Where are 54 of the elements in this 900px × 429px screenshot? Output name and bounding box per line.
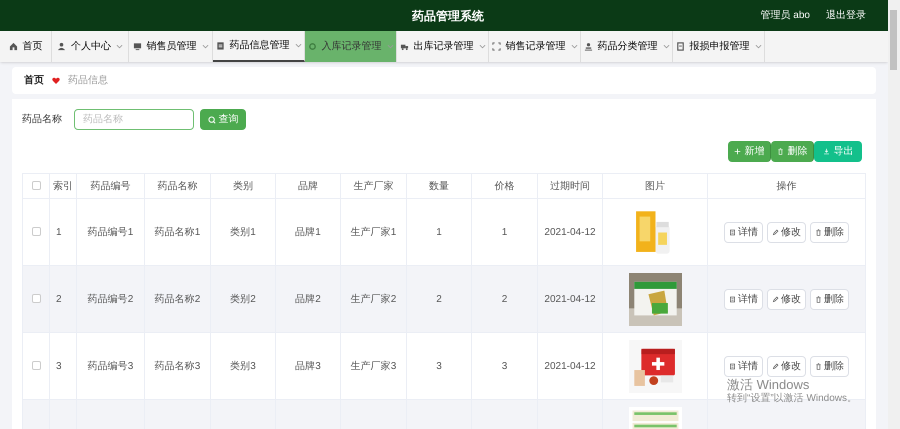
download-icon [822,148,830,155]
trash-icon [815,296,822,302]
nav-tab[interactable]: 首页 [0,31,52,62]
document-icon [676,42,684,51]
trash-icon [815,362,822,370]
detail-button[interactable]: 详情 [724,222,763,242]
checkbox[interactable] [32,361,40,370]
user-label: 管理员 abo [760,9,810,23]
nav-tab[interactable]: 个人中心 [52,31,129,62]
checkbox[interactable] [32,294,40,303]
clipboard-icon [216,41,224,50]
detail-button[interactable]: 详情 [724,288,763,310]
home-icon [8,42,18,51]
delete-button[interactable]: 删除 [810,222,849,242]
document-icon [729,296,736,302]
monitor-icon [132,42,142,51]
delete-button[interactable]: 删除 [810,288,849,310]
trash-icon [776,148,784,155]
nav-tab[interactable]: 入库记录管理 [305,31,397,62]
search-icon [208,116,216,124]
nav-tab[interactable]: 销售记录管理 [489,31,581,62]
column-header: 图片 [602,174,708,198]
checkbox[interactable] [32,227,40,236]
pencil-icon [772,362,779,370]
person-icon [57,42,66,51]
truck-icon [400,42,408,51]
scrollbar[interactable] [888,0,900,429]
edit-button[interactable]: 修改 [767,222,806,242]
delete-button[interactable]: 删除 [810,356,849,376]
detail-button[interactable]: 详情 [724,356,763,376]
activation-hint: 转到“设置”以激活 Windows。 [727,393,858,406]
edit-button[interactable]: 修改 [767,356,806,376]
pencil-icon [772,228,779,236]
logout-link[interactable]: 退出登录 [826,8,866,23]
user-icon [584,42,592,51]
document-icon [729,362,736,370]
frame-icon [492,42,500,51]
app-title: 药品管理系统 [412,8,484,25]
column-header: 操作 [708,174,866,198]
plus-icon [734,148,740,155]
nav-tab[interactable]: 报损申报管理 [673,31,765,62]
nav-tab[interactable]: 药品分类管理 [581,31,673,62]
search-field[interactable]: 药品名称 [74,109,194,130]
nav-tab[interactable]: 销售员管理 [129,31,213,62]
search-label: 药品名称 [22,112,63,127]
heart-icon [52,77,60,84]
trash-icon [815,228,822,236]
nav-tab[interactable]: 出库记录管理 [397,31,489,62]
edit-button[interactable]: 修改 [767,288,806,310]
breadcrumb-link[interactable]: 首页 [24,73,44,88]
document-icon [729,228,736,236]
activation-title: 激活 Windows [727,377,810,392]
pencil-icon [772,296,779,302]
checkbox[interactable] [32,181,40,190]
